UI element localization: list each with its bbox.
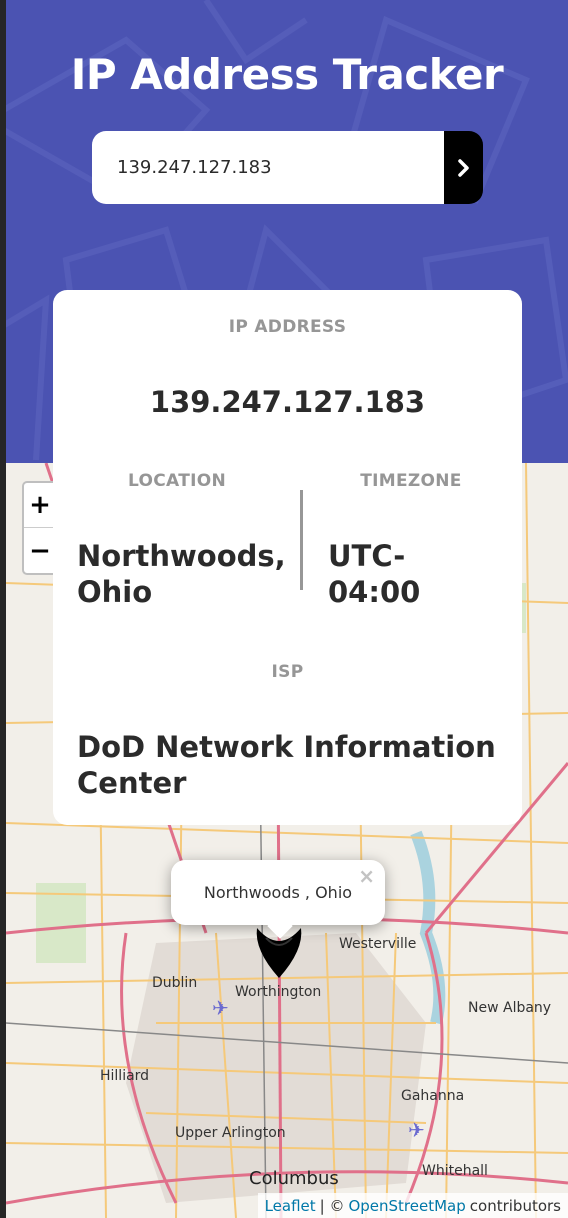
place-label: Upper Arlington	[175, 1125, 286, 1141]
place-label: Whitehall	[422, 1163, 488, 1179]
ip-address-label: IP ADDRESS	[228, 317, 347, 337]
place-label: Worthington	[235, 984, 322, 1000]
location-value: Northwoods, Ohio	[77, 539, 286, 609]
leaflet-link[interactable]: Leaflet	[265, 1197, 316, 1215]
place-label: Westerville	[339, 936, 417, 952]
attribution-contributors: contributors	[469, 1196, 561, 1215]
divider	[300, 490, 303, 590]
popup-close-button[interactable]: ×	[358, 864, 375, 888]
openstreetmap-link[interactable]: OpenStreetMap	[348, 1197, 465, 1215]
place-label: Gahanna	[401, 1088, 465, 1104]
isp-value: DoD Network Information Center	[77, 730, 496, 800]
isp-label: ISP	[271, 662, 304, 682]
search-submit-button[interactable]	[444, 131, 483, 204]
page-title: IP Address Tracker	[70, 50, 504, 99]
place-label: New Albany	[468, 1000, 552, 1016]
ip-info-card: IP ADDRESS 139.247.127.183 LOCATION Nort…	[53, 290, 522, 825]
location-label: LOCATION	[128, 471, 226, 491]
svg-text:✈: ✈	[212, 996, 229, 1020]
popup-text: Northwoods , Ohio	[203, 883, 353, 902]
place-label: Hilliard	[100, 1068, 150, 1084]
chevron-right-icon	[457, 158, 469, 177]
location-popup: Northwoods , Ohio ×	[171, 860, 385, 939]
svg-text:✈: ✈	[408, 1118, 425, 1142]
ip-search-input[interactable]	[92, 131, 444, 204]
place-label: Dublin	[152, 975, 198, 991]
timezone-label: TIMEZONE	[360, 471, 462, 491]
zoom-out-button[interactable]: −	[24, 528, 56, 573]
place-label: Columbus	[249, 1168, 339, 1189]
timezone-value: UTC-04:00	[328, 539, 421, 609]
map-attribution: Leaflet | © OpenStreetMap contributors	[257, 1193, 568, 1218]
attribution-separator: | ©	[319, 1196, 345, 1215]
ip-address-value: 139.247.127.183	[149, 385, 426, 419]
zoom-in-button[interactable]: +	[24, 483, 56, 528]
ip-search-bar	[92, 131, 483, 204]
